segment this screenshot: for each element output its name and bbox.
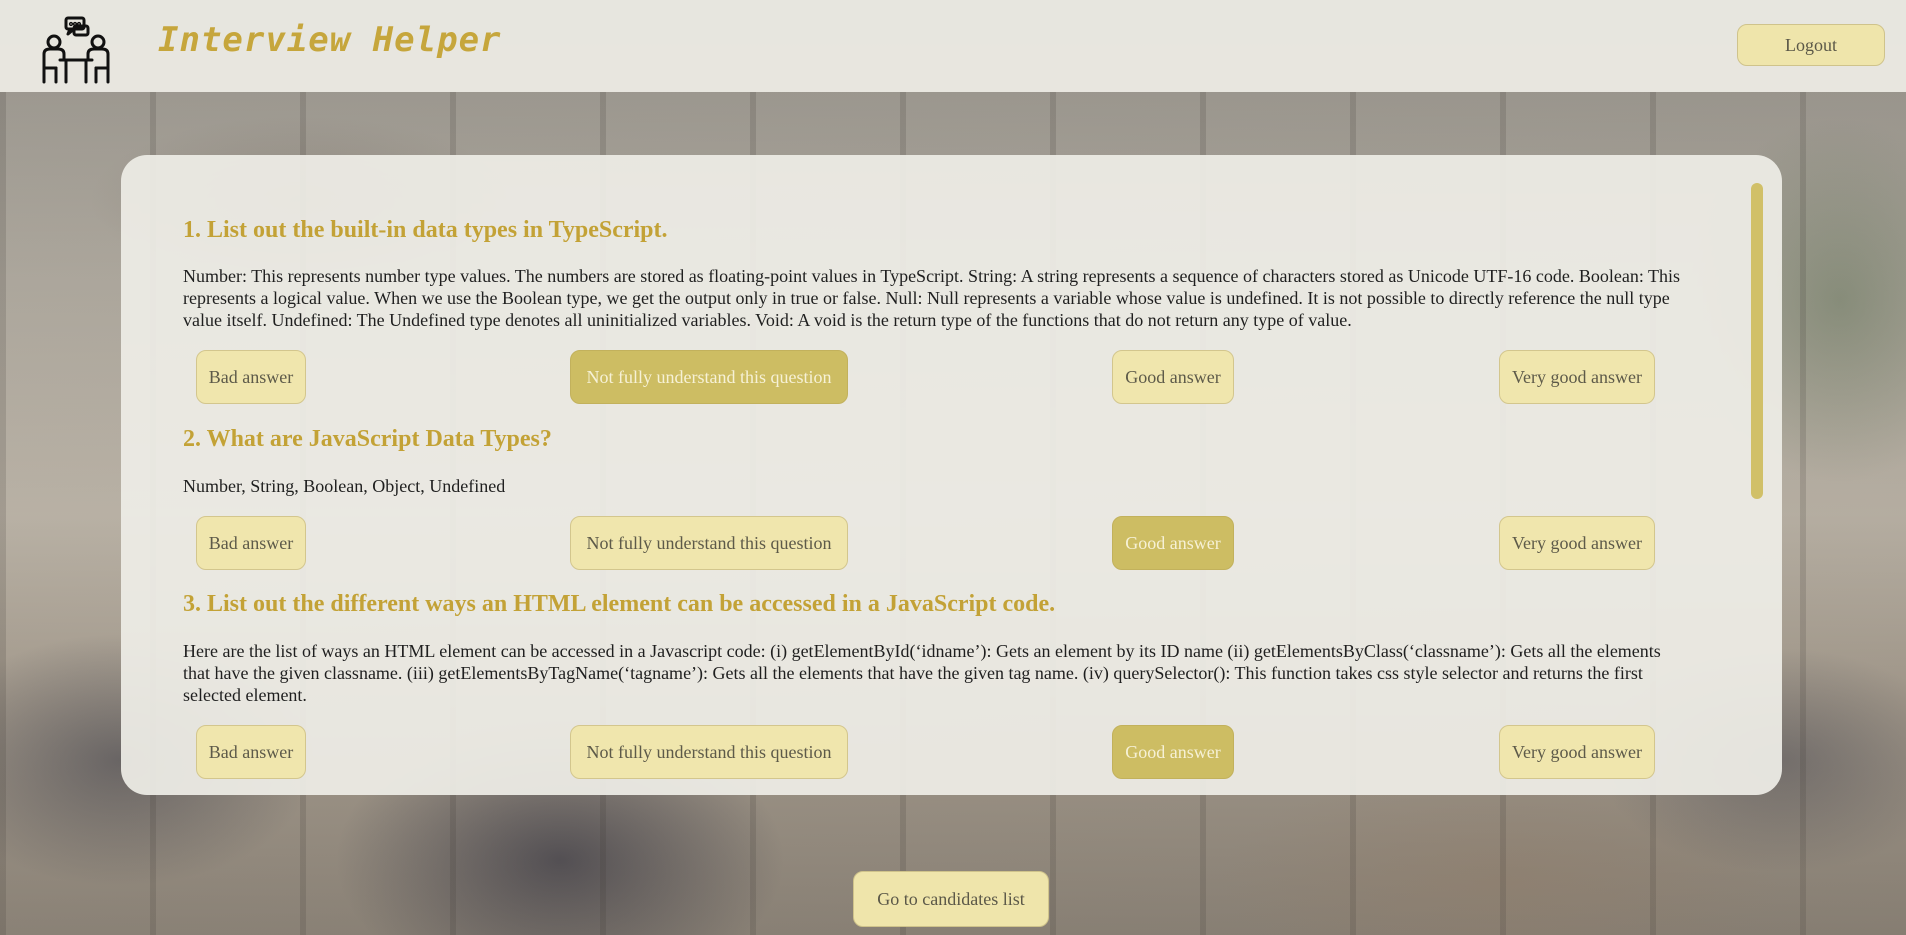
question-title: 2. What are JavaScript Data Types?	[183, 426, 552, 452]
q2-not-fully-understand-button[interactable]: Not fully understand this question	[570, 516, 848, 570]
q3-not-fully-understand-button[interactable]: Not fully understand this question	[570, 725, 848, 779]
q1-very-good-answer-button[interactable]: Very good answer	[1499, 350, 1655, 404]
question-answer-text: Number, String, Boolean, Object, Undefin…	[183, 476, 506, 496]
question-answer-text: Here are the list of ways an HTML elemen…	[183, 641, 1661, 705]
interview-logo-icon	[42, 16, 110, 84]
question-answer-3: Here are the list of ways an HTML elemen…	[183, 640, 1683, 706]
q1-bad-answer-button[interactable]: Bad answer	[196, 350, 306, 404]
q2-bad-answer-button[interactable]: Bad answer	[196, 516, 306, 570]
q3-good-answer-button[interactable]: Good answer	[1112, 725, 1234, 779]
question-item-1: 1. List out the built-in data types in T…	[183, 217, 668, 244]
app-header: Interview Helper Logout	[0, 0, 1906, 92]
scrollbar-thumb[interactable]	[1751, 183, 1763, 499]
go-to-candidates-button[interactable]: Go to candidates list	[853, 871, 1049, 927]
question-answer-text: Number: This represents number type valu…	[183, 266, 1681, 330]
q2-good-answer-button[interactable]: Good answer	[1112, 516, 1234, 570]
question-answer-1: Number: This represents number type valu…	[183, 265, 1683, 331]
question-answer-2: Number, String, Boolean, Object, Undefin…	[183, 475, 1683, 497]
question-item-2: 2. What are JavaScript Data Types?	[183, 426, 552, 453]
question-title: 3. List out the different ways an HTML e…	[183, 591, 1056, 617]
q3-very-good-answer-button[interactable]: Very good answer	[1499, 725, 1655, 779]
q1-not-fully-understand-button[interactable]: Not fully understand this question	[570, 350, 848, 404]
q3-bad-answer-button[interactable]: Bad answer	[196, 725, 306, 779]
question-title: 1. List out the built-in data types in T…	[183, 217, 668, 243]
question-item-3: 3. List out the different ways an HTML e…	[183, 591, 1055, 618]
app-title: Interview Helper	[158, 20, 502, 60]
logout-button[interactable]: Logout	[1737, 24, 1885, 66]
q1-good-answer-button[interactable]: Good answer	[1112, 350, 1234, 404]
q2-very-good-answer-button[interactable]: Very good answer	[1499, 516, 1655, 570]
